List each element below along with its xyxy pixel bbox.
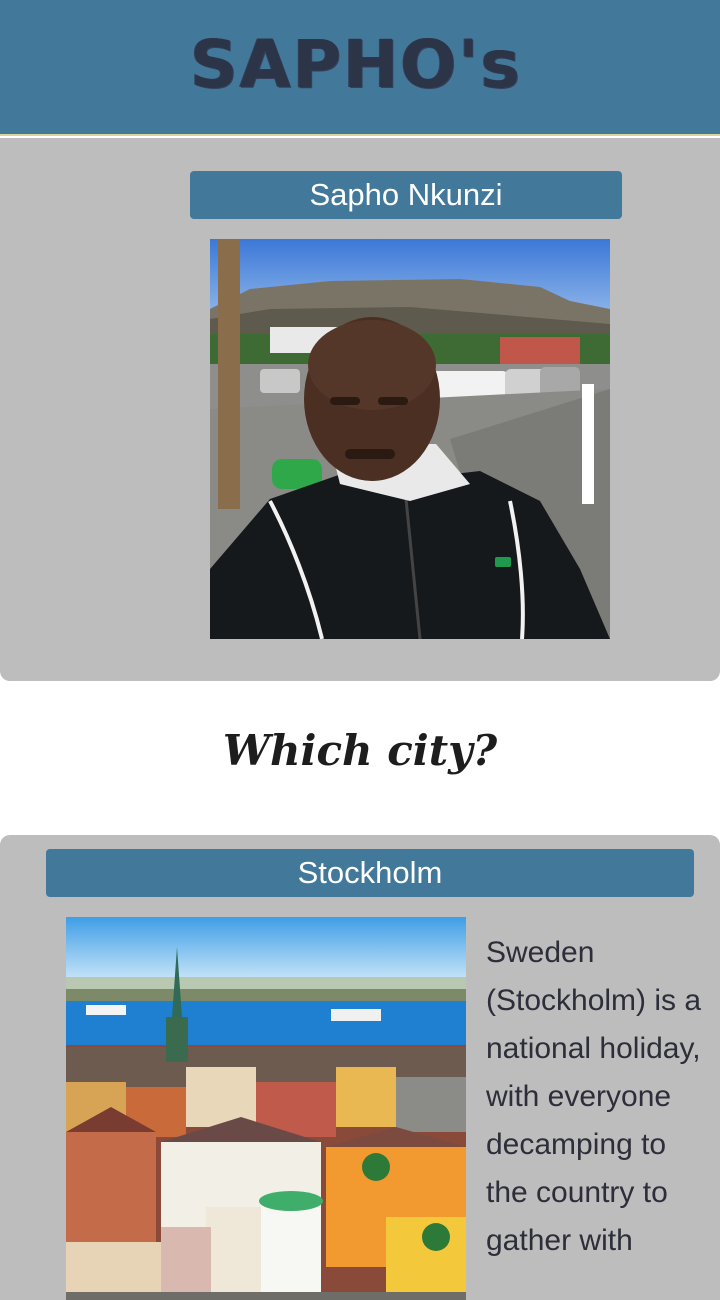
- site-header: SAPHO's: [0, 0, 720, 136]
- profile-card: Sapho Nkunzi: [0, 138, 720, 681]
- site-title: SAPHO's: [190, 25, 522, 103]
- city-name-banner: Stockholm: [46, 849, 694, 897]
- city-photo: [66, 917, 466, 1300]
- profile-name-banner: Sapho Nkunzi: [190, 171, 622, 219]
- city-card: Stockholm Sweden (Stockholm) is a nation…: [0, 835, 720, 1300]
- city-description: Sweden (Stockholm) is a national holiday…: [486, 936, 702, 1257]
- section-heading: Which city?: [222, 726, 498, 775]
- profile-photo-image: [210, 239, 610, 639]
- profile-photo: [210, 239, 610, 639]
- city-photo-image: [66, 917, 466, 1300]
